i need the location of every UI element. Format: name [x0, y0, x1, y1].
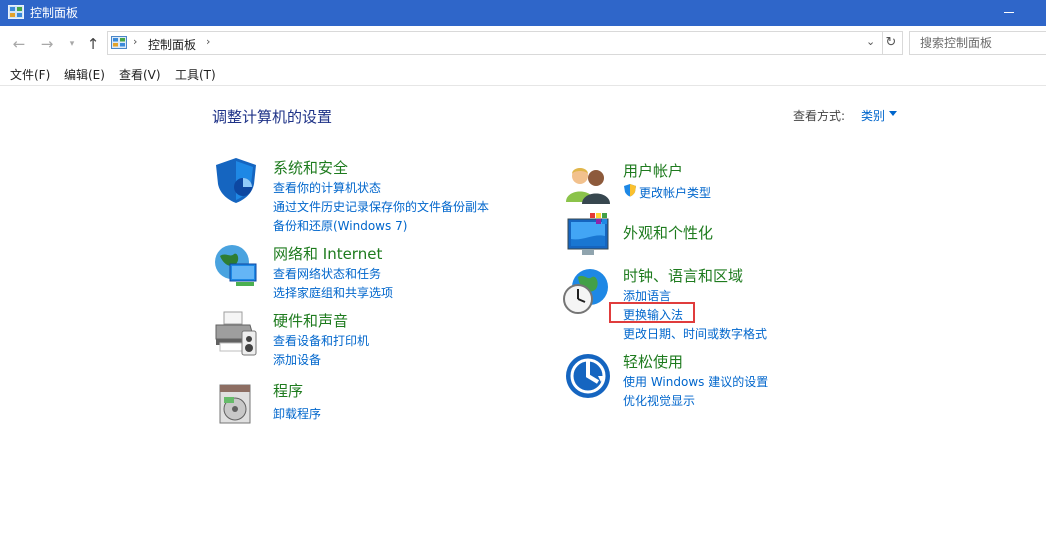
- printer-icon[interactable]: [212, 309, 260, 357]
- link-file-history-backup[interactable]: 通过文件历史记录保存你的文件备份副本: [273, 198, 489, 215]
- link-add-device[interactable]: 添加设备: [273, 351, 321, 368]
- up-arrow-icon[interactable]: ↑: [84, 35, 102, 53]
- menu-bar: 文件(F) 编辑(E) 查看(V) 工具(T): [0, 61, 1046, 86]
- menu-file[interactable]: 文件(F): [10, 66, 50, 83]
- category-hardware-sound[interactable]: 硬件和声音: [273, 310, 348, 331]
- control-panel-icon: [8, 5, 24, 19]
- link-change-account-type[interactable]: 更改帐户类型: [639, 184, 711, 201]
- link-optimize-visual-display[interactable]: 优化视觉显示: [623, 392, 695, 409]
- category-appearance[interactable]: 外观和个性化: [623, 222, 713, 243]
- back-arrow-icon[interactable]: ←: [10, 35, 28, 53]
- refresh-icon[interactable]: ↻: [880, 31, 903, 55]
- link-uninstall-program[interactable]: 卸载程序: [273, 405, 321, 422]
- address-bar[interactable]: › 控制面板 › ⌄: [107, 31, 883, 55]
- category-network-internet[interactable]: 网络和 Internet: [273, 243, 382, 264]
- link-devices-printers[interactable]: 查看设备和打印机: [273, 332, 369, 349]
- address-dropdown-icon[interactable]: ⌄: [866, 35, 875, 48]
- navigation-bar: ← → ▾ ↑ › 控制面板 › ⌄ ↻: [0, 27, 1046, 61]
- control-panel-icon: [111, 36, 127, 49]
- link-windows-recommended-settings[interactable]: 使用 Windows 建议的设置: [623, 373, 768, 390]
- category-programs[interactable]: 程序: [273, 380, 303, 401]
- monitor-icon[interactable]: [564, 211, 612, 259]
- window-title: 控制面板: [30, 6, 79, 20]
- uac-shield-icon: [624, 184, 636, 197]
- link-backup-restore[interactable]: 备份和还原(Windows 7): [273, 217, 407, 234]
- search-box[interactable]: [909, 31, 1046, 55]
- page-title: 调整计算机的设置: [212, 108, 333, 126]
- title-bar: 控制面板: [0, 0, 1046, 26]
- menu-tools[interactable]: 工具(T): [175, 66, 216, 83]
- breadcrumb-control-panel[interactable]: 控制面板: [148, 36, 196, 53]
- clock-globe-icon[interactable]: [562, 267, 610, 315]
- breadcrumb-separator-icon[interactable]: ›: [133, 35, 137, 48]
- users-icon[interactable]: [564, 160, 612, 208]
- category-user-accounts[interactable]: 用户帐户: [623, 160, 683, 181]
- link-network-status[interactable]: 查看网络状态和任务: [273, 265, 381, 282]
- minimize-icon: [1004, 12, 1014, 13]
- ease-of-access-icon[interactable]: [564, 352, 612, 400]
- view-by-label: 查看方式:: [793, 109, 846, 123]
- breadcrumb-separator-icon[interactable]: ›: [206, 35, 210, 48]
- chevron-down-icon[interactable]: ▾: [63, 35, 81, 53]
- link-view-computer-status[interactable]: 查看你的计算机状态: [273, 179, 381, 196]
- category-ease-of-access[interactable]: 轻松使用: [623, 351, 683, 372]
- minimize-button[interactable]: [996, 0, 1042, 26]
- menu-view[interactable]: 查看(V): [119, 66, 161, 83]
- menu-edit[interactable]: 编辑(E): [64, 66, 105, 83]
- highlight-box: [609, 302, 695, 323]
- shield-icon[interactable]: [212, 156, 260, 204]
- category-clock-language-region[interactable]: 时钟、语言和区域: [623, 265, 743, 286]
- forward-arrow-icon[interactable]: →: [38, 35, 56, 53]
- link-change-date-time-format[interactable]: 更改日期、时间或数字格式: [623, 325, 767, 342]
- chevron-down-icon[interactable]: [889, 111, 897, 116]
- view-by-dropdown[interactable]: 类别: [861, 107, 885, 124]
- programs-icon[interactable]: [214, 379, 262, 427]
- category-system-security[interactable]: 系统和安全: [273, 157, 348, 178]
- search-input[interactable]: [918, 35, 1042, 51]
- network-icon[interactable]: [212, 242, 260, 290]
- link-homegroup-sharing[interactable]: 选择家庭组和共享选项: [273, 284, 393, 301]
